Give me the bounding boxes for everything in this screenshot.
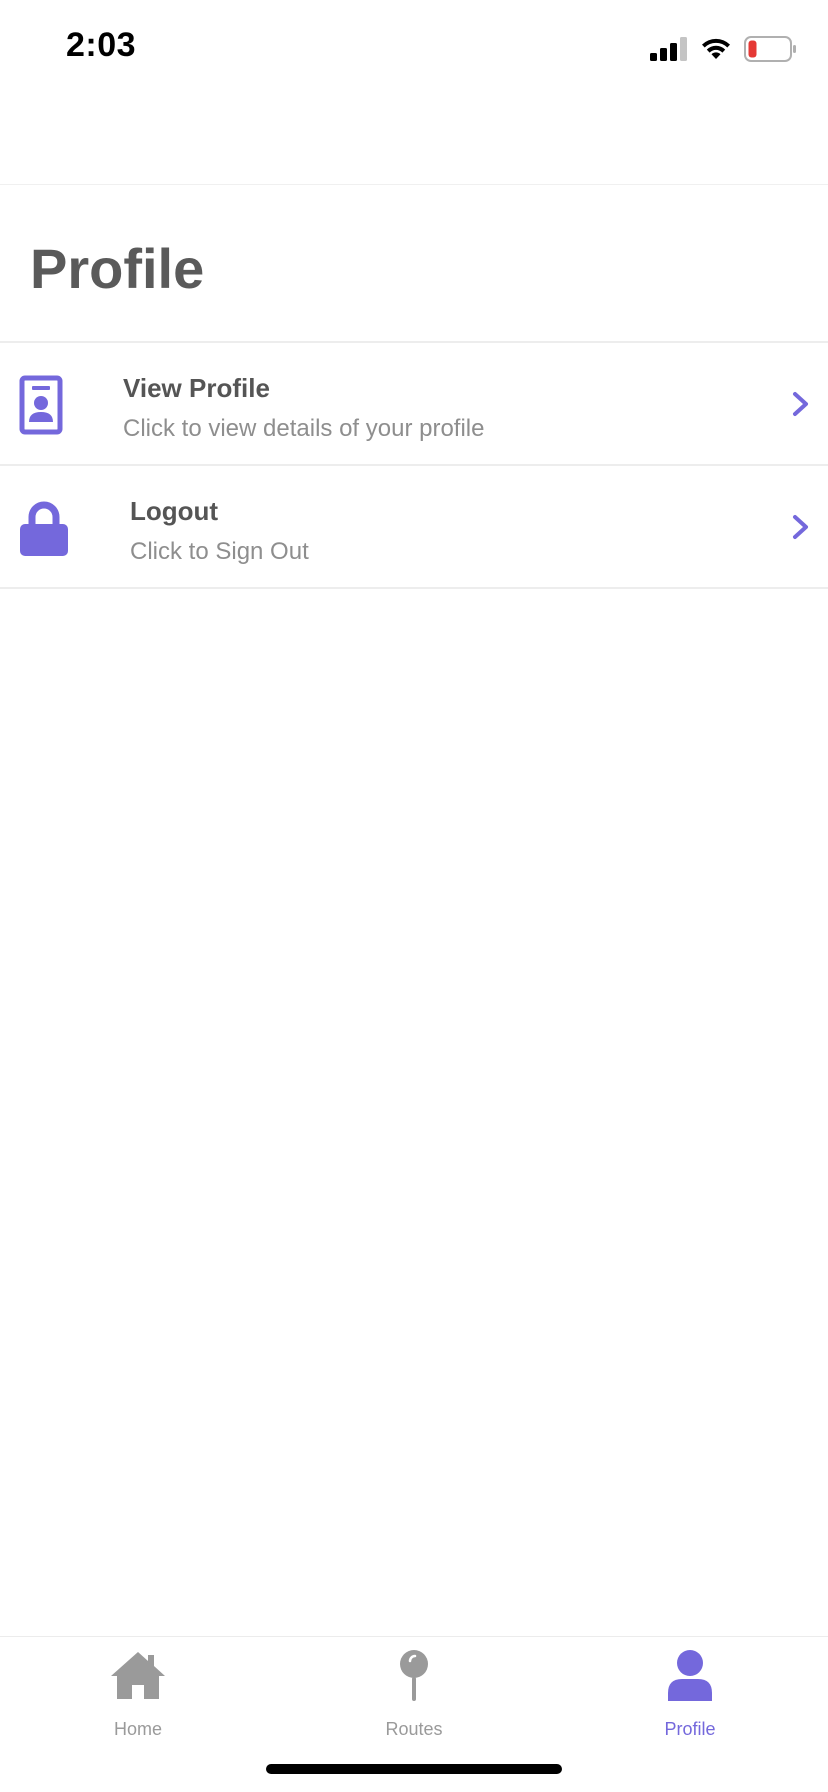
battery-icon	[744, 36, 796, 62]
status-time: 2:03	[66, 26, 137, 64]
wifi-icon	[702, 38, 730, 59]
tab-home[interactable]: Home	[0, 1637, 276, 1747]
navigation-bar	[0, 100, 828, 185]
user-icon	[668, 1650, 712, 1701]
chevron-right-icon	[793, 515, 808, 539]
page-title: Profile	[30, 237, 205, 300]
logout-title: Logout	[130, 496, 219, 526]
chevron-right-icon	[793, 392, 808, 416]
home-indicator	[266, 1764, 562, 1774]
home-icon	[111, 1652, 165, 1699]
tab-profile-label: Profile	[664, 1719, 716, 1739]
id-badge-icon	[19, 375, 63, 435]
lock-icon	[20, 501, 68, 556]
logout-subtitle: Click to Sign Out	[130, 538, 309, 565]
tab-routes-label: Routes	[385, 1719, 443, 1739]
map-pin-icon	[400, 1650, 428, 1701]
view-profile-title: View Profile	[123, 373, 270, 403]
view-profile-row[interactable]: View Profile Click to view details of yo…	[0, 343, 828, 466]
tab-home-label: Home	[113, 1719, 162, 1739]
status-bar: 2:03	[0, 0, 828, 100]
logout-row[interactable]: Logout Click to Sign Out	[0, 466, 828, 589]
view-profile-subtitle: Click to view details of your profile	[123, 415, 485, 442]
tab-profile[interactable]: Profile	[552, 1637, 828, 1747]
phone-screen: 2:03 Profile View Profile Click to view …	[0, 0, 828, 1792]
profile-menu-list: View Profile Click to view details of yo…	[0, 341, 828, 589]
tab-routes[interactable]: Routes	[276, 1637, 552, 1747]
status-icons	[650, 34, 798, 64]
cellular-signal-icon	[650, 37, 687, 61]
